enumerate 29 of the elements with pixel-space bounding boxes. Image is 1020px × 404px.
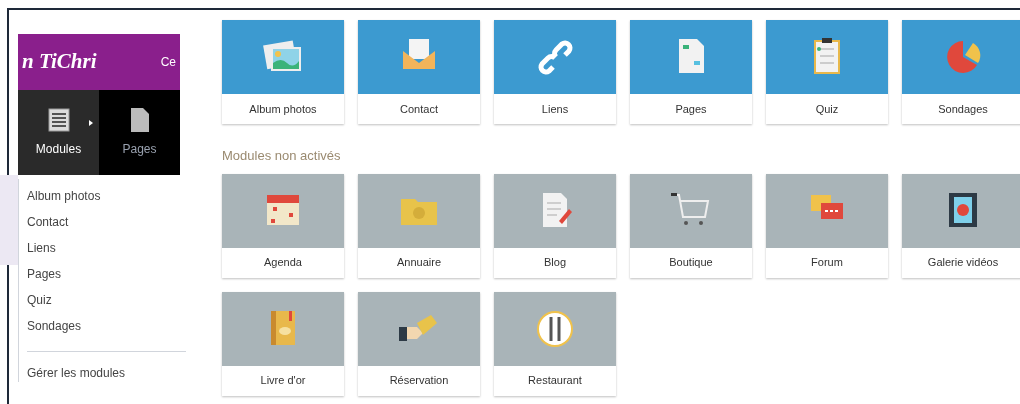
module-tile[interactable]: Album photos	[222, 20, 344, 124]
header-link[interactable]: Ce	[160, 53, 176, 71]
caret-icon	[89, 120, 93, 126]
menu-item[interactable]: Album photos	[27, 183, 178, 209]
module-tile[interactable]: Contact	[358, 20, 480, 124]
module-tile[interactable]: Sondages	[902, 20, 1020, 124]
menu-item[interactable]: Pages	[27, 261, 178, 287]
nav-tab[interactable]: Modules	[18, 90, 99, 175]
module-tile[interactable]: Liens	[494, 20, 616, 124]
module-tile[interactable]: Livre d'or	[222, 291, 344, 396]
site-logo[interactable]: n TiChri	[22, 46, 97, 78]
module-tile[interactable]: Blog	[494, 173, 616, 278]
module-tile[interactable]: Forum	[766, 173, 888, 278]
module-tile[interactable]: Boutique	[630, 173, 752, 278]
section-heading: Modules non activés	[222, 147, 342, 165]
menu-item[interactable]: Liens	[27, 235, 178, 261]
manage-modules-link[interactable]: Gérer les modules	[27, 364, 178, 382]
menu-item[interactable]: Sondages	[27, 313, 178, 339]
module-tile[interactable]: Galerie vidéos	[902, 173, 1020, 278]
module-tile[interactable]: Quiz	[766, 20, 888, 124]
list-icon	[47, 107, 70, 132]
page-icon	[130, 107, 149, 132]
module-tile[interactable]: Réservation	[358, 291, 480, 396]
module-tile[interactable]: Pages	[630, 20, 752, 124]
menu-item[interactable]: Contact	[27, 209, 178, 235]
module-tile[interactable]: Annuaire	[358, 173, 480, 278]
module-tile[interactable]: Agenda	[222, 173, 344, 278]
menu-item[interactable]: Quiz	[27, 287, 178, 313]
module-tile[interactable]: Restaurant	[494, 291, 616, 396]
